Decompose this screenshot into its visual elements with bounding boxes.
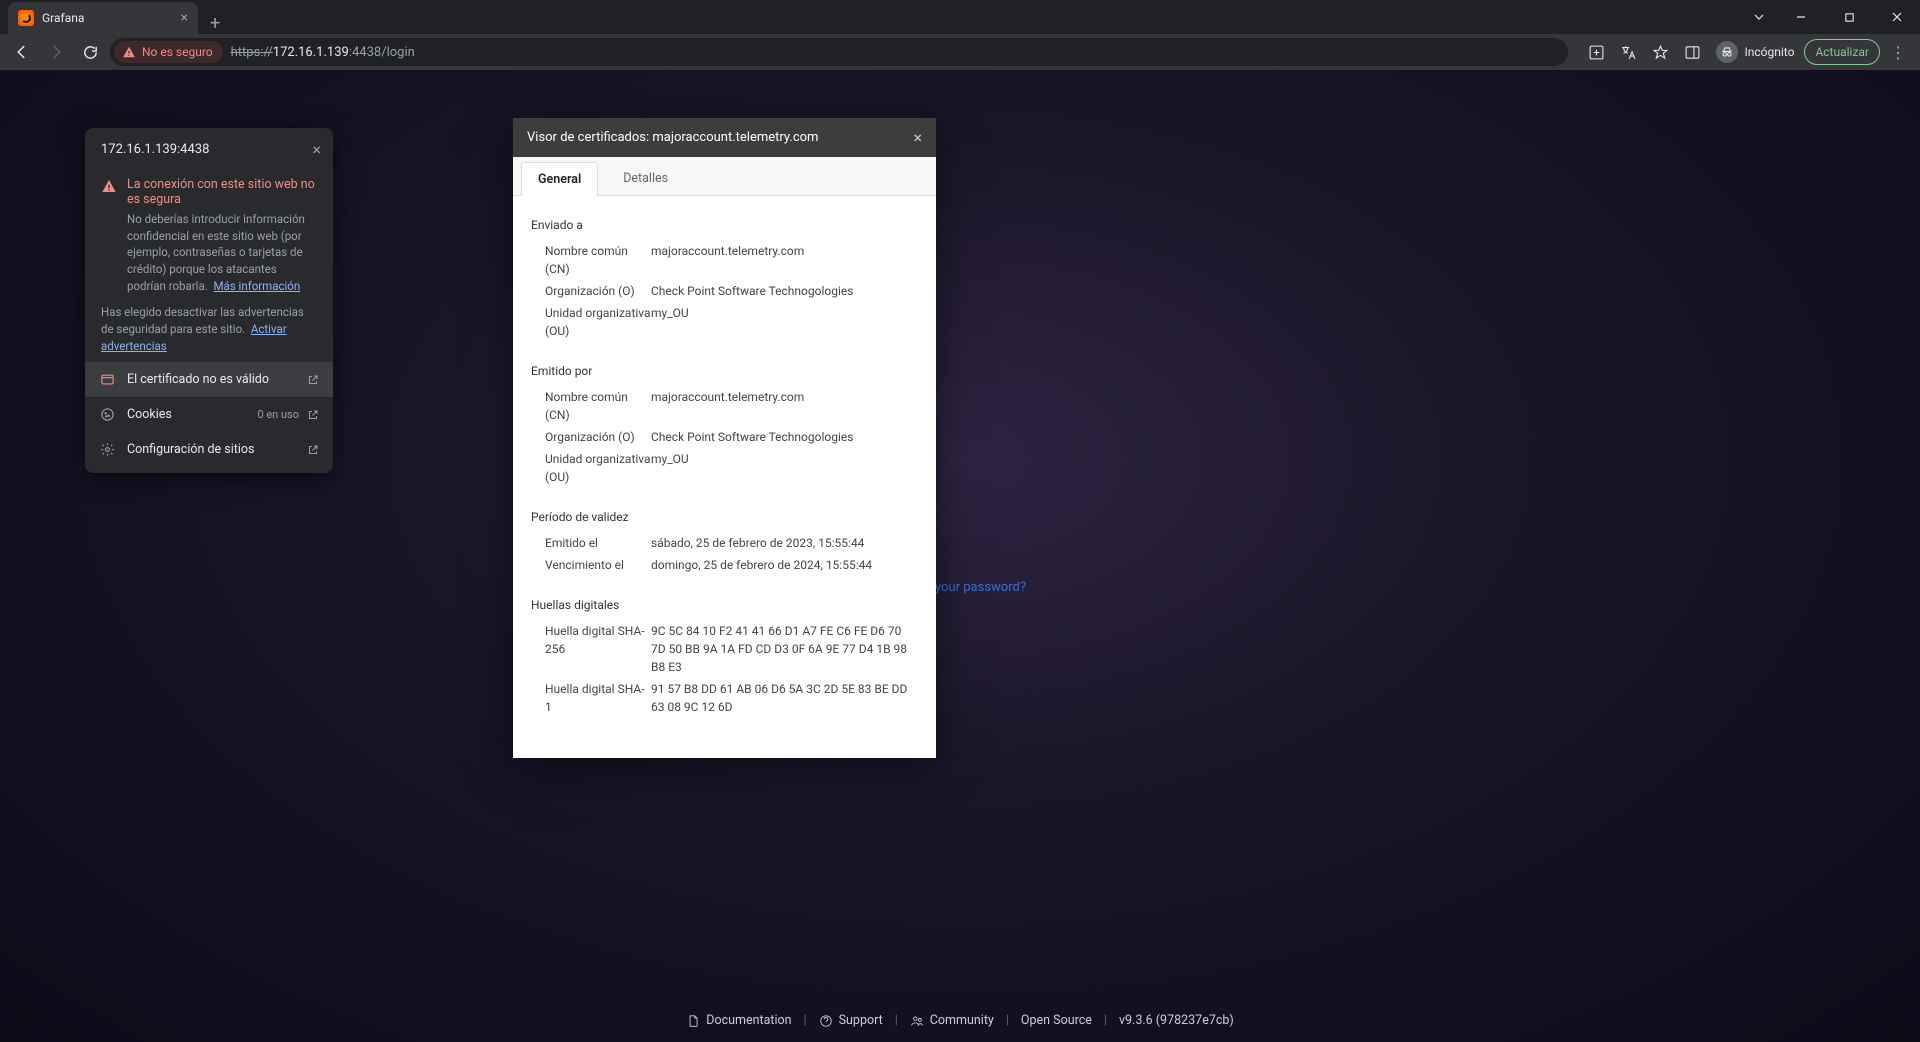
site-info-header: 172.16.1.139:4438 ×	[85, 128, 333, 171]
site-info-warning-title: La conexión con este sitio web no es seg…	[127, 177, 317, 207]
site-info-close-icon[interactable]: ×	[312, 140, 321, 159]
site-info-more-info-link[interactable]: Más información	[213, 279, 300, 293]
site-info-warning: La conexión con este sitio web no es seg…	[85, 171, 333, 294]
tab-search-button[interactable]	[1742, 0, 1776, 34]
grafana-favicon-icon	[18, 10, 34, 26]
nav-back-button[interactable]	[8, 38, 36, 66]
nav-reload-button[interactable]	[76, 38, 104, 66]
open-external-icon	[307, 409, 319, 421]
cert-row: Huella digital SHA-191 57 B8 DD 61 AB 06…	[531, 678, 918, 718]
open-external-icon	[307, 444, 319, 456]
certificate-viewer: Visor de certificados: majoraccount.tele…	[513, 118, 936, 758]
incognito-indicator[interactable]: Incógnito	[1710, 41, 1800, 63]
cert-row: Organización (O)Check Point Software Tec…	[531, 426, 918, 448]
side-panel-icon[interactable]	[1678, 38, 1706, 66]
cert-row: Vencimiento eldomingo, 25 de febrero de …	[531, 554, 918, 576]
tab-close-icon[interactable]: ×	[181, 10, 188, 26]
site-info-certificate-item[interactable]: El certificado no es válido	[85, 362, 333, 397]
cert-section-validity: Período de validez	[531, 510, 918, 524]
footer-version: v9.3.6 (978237e7cb)	[1119, 1013, 1234, 1028]
footer-community-link[interactable]: Community	[910, 1013, 994, 1028]
certificate-body: Enviado a Nombre común (CN)majoraccount.…	[513, 196, 936, 758]
certificate-viewer-title: Visor de certificados: majoraccount.tele…	[513, 118, 936, 157]
site-info-cookies-item[interactable]: Cookies 0 en uso	[85, 397, 333, 432]
cookie-icon	[99, 407, 115, 422]
toolbar-right: Incógnito Actualizar ⋮	[1582, 38, 1912, 66]
cert-row: Huella digital SHA-2569C 5C 84 10 F2 41 …	[531, 620, 918, 678]
cert-row: Unidad organizativa (OU)my_OU	[531, 448, 918, 488]
window-close-button[interactable]	[1874, 0, 1920, 34]
tab-details[interactable]: Detalles	[606, 161, 685, 195]
cert-row: Unidad organizativa (OU)my_OU	[531, 302, 918, 342]
browser-tab-strip: Grafana × +	[0, 0, 1920, 34]
browser-menu-button[interactable]: ⋮	[1884, 43, 1912, 62]
tab-title: Grafana	[42, 11, 173, 25]
footer-documentation-link[interactable]: Documentation	[686, 1013, 791, 1028]
gear-icon	[99, 442, 115, 457]
warning-triangle-icon	[122, 45, 136, 59]
bookmark-star-icon[interactable]	[1646, 38, 1674, 66]
open-external-icon	[307, 374, 319, 386]
document-icon	[686, 1014, 700, 1028]
cert-row: Emitido elsábado, 25 de febrero de 2023,…	[531, 532, 918, 554]
omnibox[interactable]: No es seguro https://172.16.1.139:4438/l…	[110, 38, 1568, 66]
address-bar: No es seguro https://172.16.1.139:4438/l…	[0, 34, 1920, 70]
incognito-label: Incógnito	[1744, 45, 1794, 59]
omnibox-url: https://172.16.1.139:4438/login	[231, 45, 415, 60]
install-app-icon[interactable]	[1582, 38, 1610, 66]
community-icon	[910, 1014, 924, 1028]
footer: Documentation | Support | Community | Op…	[0, 1013, 1920, 1028]
site-info-settings-item[interactable]: Configuración de sitios	[85, 432, 333, 467]
warning-triangle-icon	[101, 178, 117, 294]
incognito-icon	[1716, 41, 1738, 63]
footer-opensource-link[interactable]: Open Source	[1021, 1013, 1092, 1028]
window-minimize-button[interactable]	[1778, 0, 1824, 34]
cert-row: Nombre común (CN)majoraccount.telemetry.…	[531, 386, 918, 426]
cert-row: Nombre común (CN)majoraccount.telemetry.…	[531, 240, 918, 280]
cert-row: Organización (O)Check Point Software Tec…	[531, 280, 918, 302]
window-controls	[1742, 0, 1920, 34]
certificate-viewer-close-icon[interactable]: ×	[913, 128, 922, 147]
tab-general[interactable]: General	[521, 162, 598, 196]
cert-section-fingerprints: Huellas digitales	[531, 598, 918, 612]
cert-section-issued-by: Emitido por	[531, 364, 918, 378]
site-info-popover: 172.16.1.139:4438 × La conexión con este…	[85, 128, 333, 473]
update-button[interactable]: Actualizar	[1804, 39, 1880, 65]
site-info-subtext: Has elegido desactivar las advertencias …	[85, 294, 333, 362]
translate-icon[interactable]	[1614, 38, 1642, 66]
certificate-tabs: General Detalles	[513, 157, 936, 196]
security-chip-label: No es seguro	[142, 45, 213, 59]
nav-forward-button[interactable]	[42, 38, 70, 66]
help-icon	[819, 1014, 833, 1028]
window-maximize-button[interactable]	[1826, 0, 1872, 34]
browser-tab[interactable]: Grafana ×	[8, 2, 198, 34]
cookies-count: 0 en uso	[257, 408, 299, 421]
site-info-host: 172.16.1.139:4438	[101, 142, 209, 157]
new-tab-button[interactable]: +	[198, 13, 232, 34]
footer-support-link[interactable]: Support	[819, 1013, 883, 1028]
certificate-invalid-icon	[99, 372, 115, 387]
security-chip[interactable]: No es seguro	[114, 41, 223, 63]
site-info-warning-body: No deberías introducir información confi…	[127, 211, 317, 294]
cert-section-issued-to: Enviado a	[531, 218, 918, 232]
page-content: Forgot your password? Documentation | Su…	[0, 70, 1920, 1042]
